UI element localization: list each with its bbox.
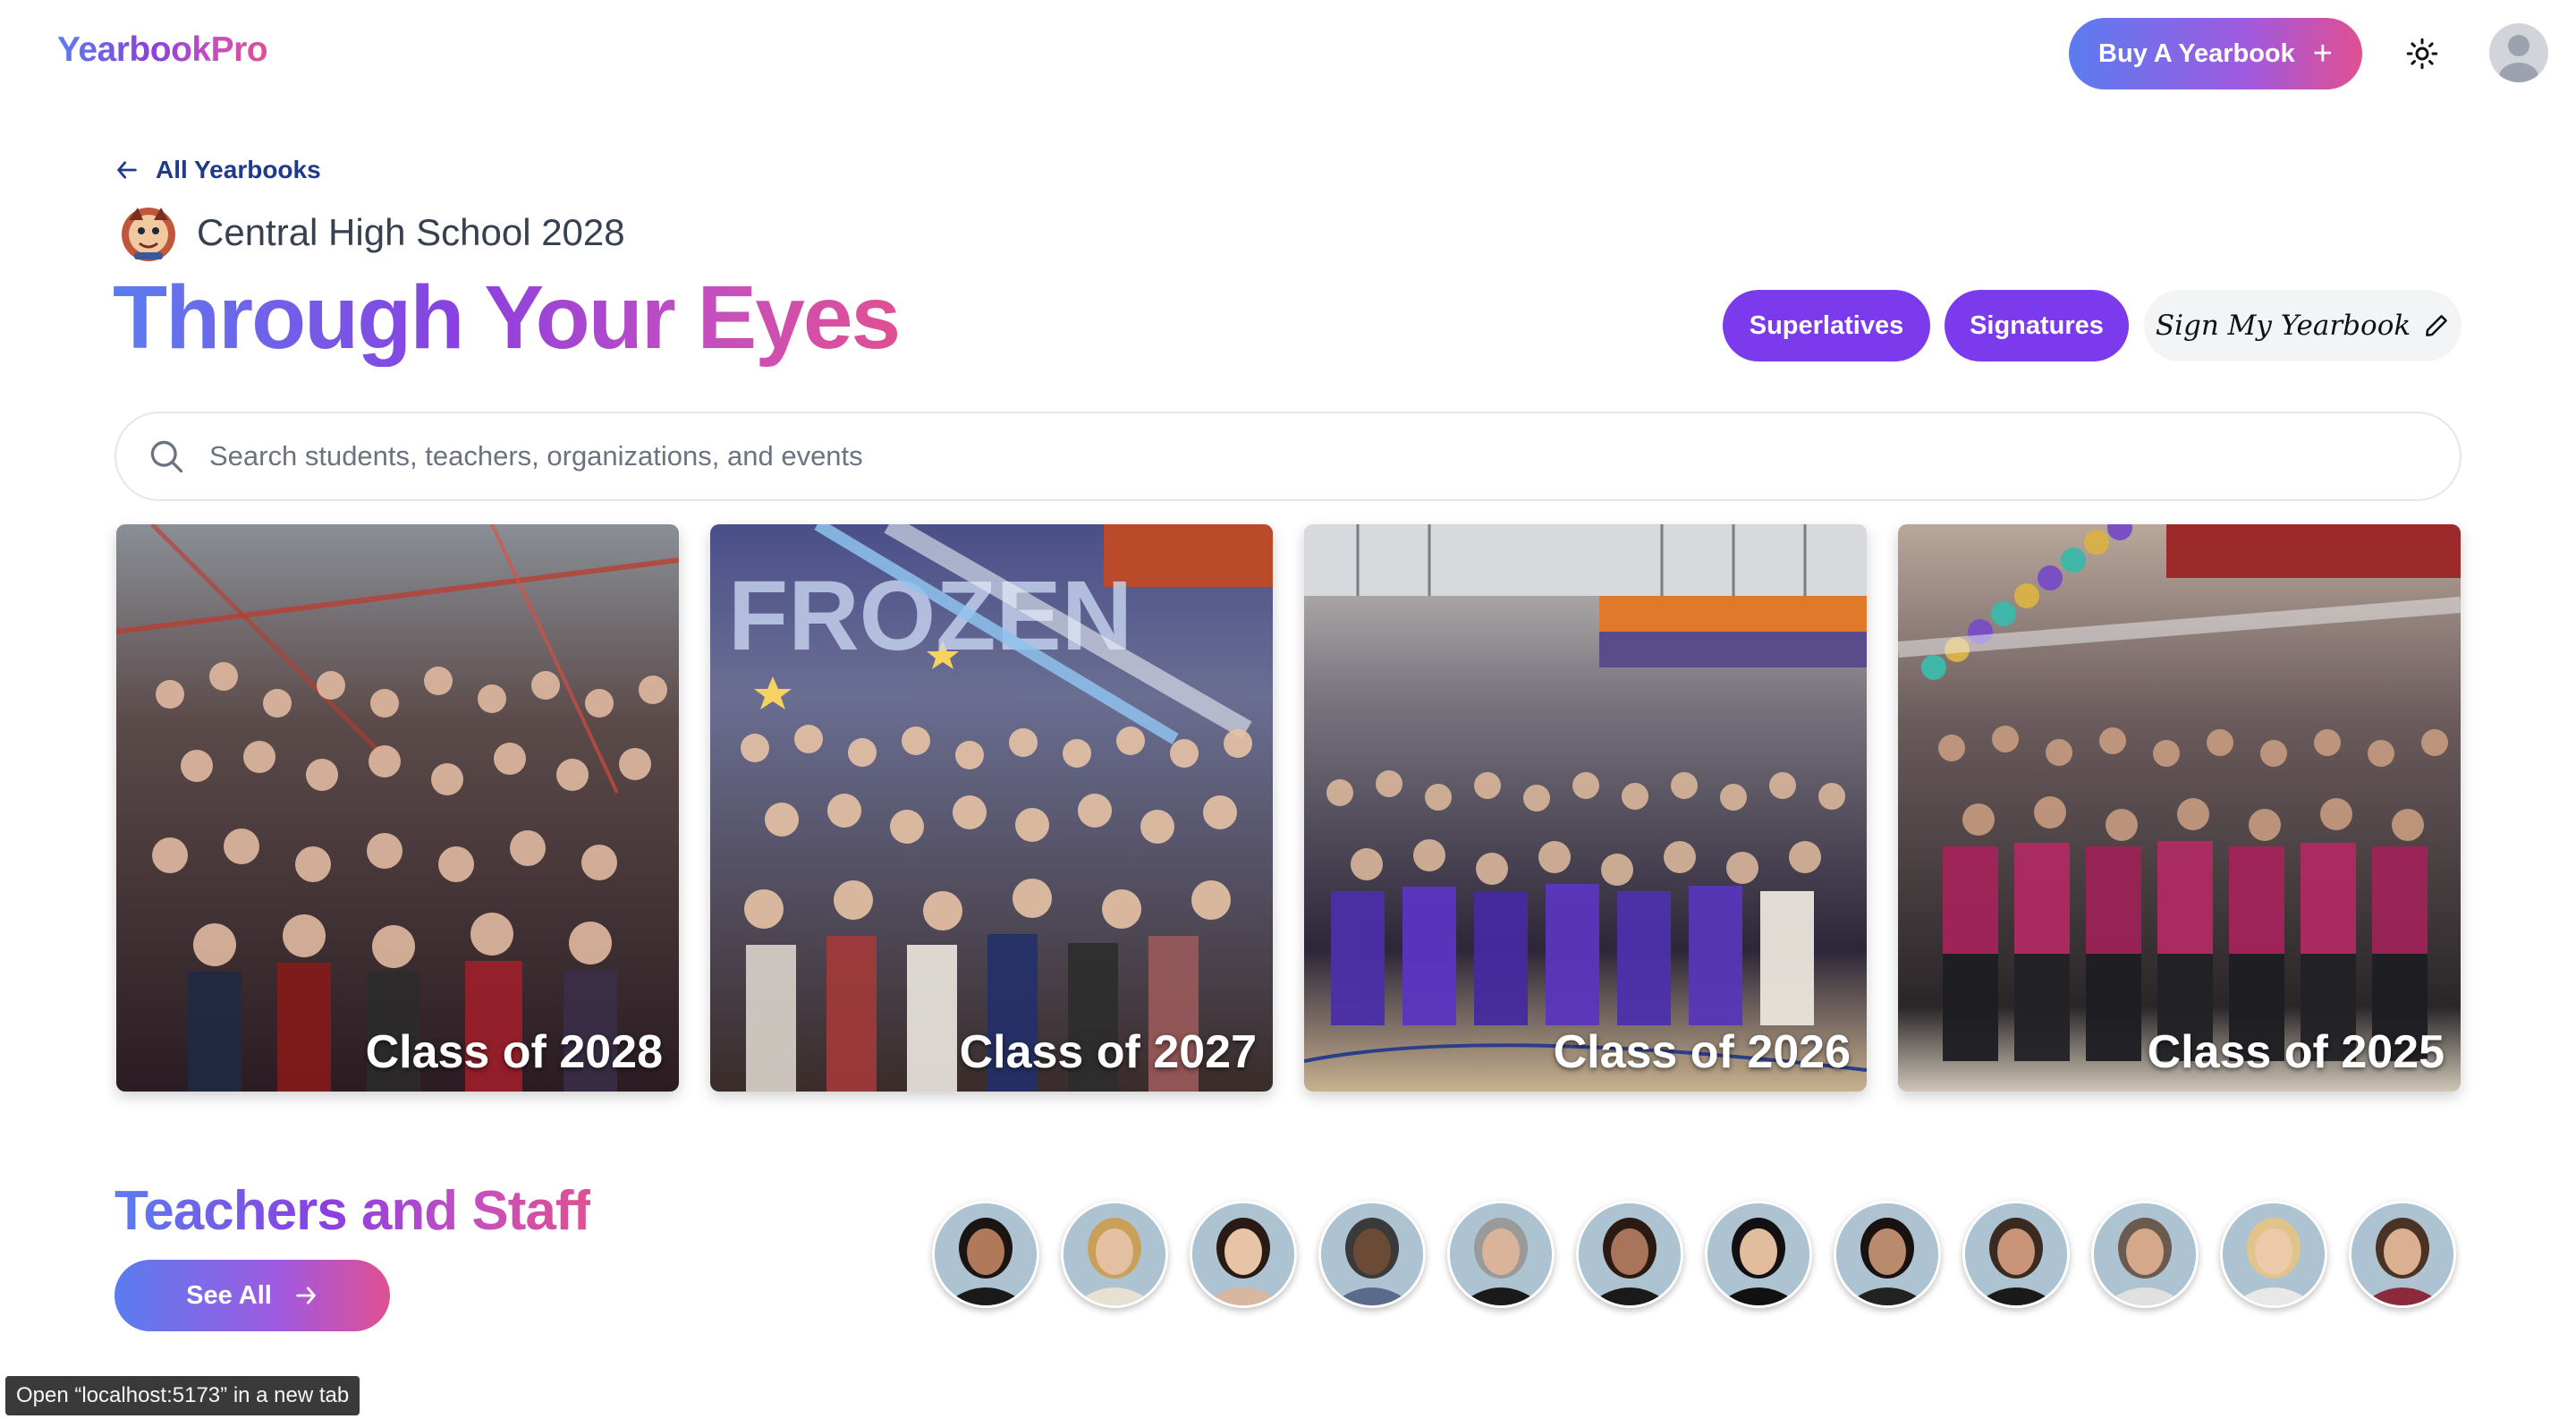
user-avatar-icon[interactable] xyxy=(2489,23,2548,82)
app-logo[interactable]: YearbookPro xyxy=(57,30,268,70)
school-mascot-icon xyxy=(122,208,175,261)
staff-avatar[interactable] xyxy=(932,1201,1039,1308)
staff-avatar[interactable] xyxy=(1447,1201,1555,1308)
arrow-right-icon xyxy=(296,1287,316,1304)
class-card-2026[interactable]: Class of 2026 xyxy=(1304,524,1867,1092)
search-icon xyxy=(150,440,183,473)
buy-yearbook-label: Buy A Yearbook xyxy=(2098,38,2295,68)
class-card-label: Class of 2027 xyxy=(959,1026,1257,1078)
staff-avatar[interactable] xyxy=(2349,1201,2456,1308)
staff-avatar-row xyxy=(932,1201,2456,1308)
see-all-label: See All xyxy=(186,1280,272,1310)
staff-avatar[interactable] xyxy=(2220,1201,2327,1308)
all-yearbooks-link[interactable]: All Yearbooks xyxy=(114,156,321,184)
buy-yearbook-button[interactable]: Buy A Yearbook + xyxy=(2069,18,2362,89)
staff-avatar[interactable] xyxy=(1962,1201,2070,1308)
plus-icon: + xyxy=(2312,35,2333,72)
staff-avatar[interactable] xyxy=(1061,1201,1168,1308)
class-photo-2025 xyxy=(1898,524,2461,1092)
school-name: Central High School 2028 xyxy=(197,211,625,253)
school-header: Central High School 2028 xyxy=(116,200,625,265)
class-card-2025[interactable]: Class of 2025 xyxy=(1898,524,2461,1092)
sign-my-yearbook-label: Sign My Yearbook xyxy=(2155,310,2411,342)
class-card-2028[interactable]: Class of 2028 xyxy=(116,524,679,1092)
class-photo-2027: FROZEN xyxy=(710,524,1273,1092)
search-input[interactable] xyxy=(209,440,2356,472)
page-title: Through Your Eyes xyxy=(113,268,901,368)
pencil-icon xyxy=(2426,315,2448,336)
class-card-label: Class of 2028 xyxy=(365,1026,663,1078)
search-bar[interactable] xyxy=(114,412,2462,501)
staff-avatar[interactable] xyxy=(1190,1201,1297,1308)
staff-avatar[interactable] xyxy=(1318,1201,1426,1308)
staff-avatar[interactable] xyxy=(1576,1201,1683,1308)
class-card-label: Class of 2026 xyxy=(1553,1026,1851,1078)
all-yearbooks-label: All Yearbooks xyxy=(156,156,321,183)
class-photo-2026 xyxy=(1304,524,1867,1092)
arrow-left-icon xyxy=(117,161,137,179)
class-card-2027[interactable]: FROZEN Class of 2027 xyxy=(710,524,1273,1092)
superlatives-button[interactable]: Superlatives xyxy=(1723,290,1930,361)
class-photo-2028 xyxy=(116,524,679,1092)
signatures-button[interactable]: Signatures xyxy=(1945,290,2129,361)
see-all-button[interactable]: See All xyxy=(114,1260,390,1331)
sun-icon[interactable] xyxy=(2406,38,2438,70)
staff-avatar[interactable] xyxy=(2091,1201,2199,1308)
staff-avatar[interactable] xyxy=(1834,1201,1941,1308)
staff-avatar[interactable] xyxy=(1705,1201,1812,1308)
browser-status-tooltip: Open “localhost:5173” in a new tab xyxy=(5,1376,360,1415)
class-card-label: Class of 2025 xyxy=(2147,1026,2445,1078)
svg-text:FROZEN: FROZEN xyxy=(728,561,1132,671)
sign-my-yearbook-button[interactable]: Sign My Yearbook xyxy=(2144,290,2462,361)
teachers-staff-heading: Teachers and Staff xyxy=(114,1180,591,1242)
